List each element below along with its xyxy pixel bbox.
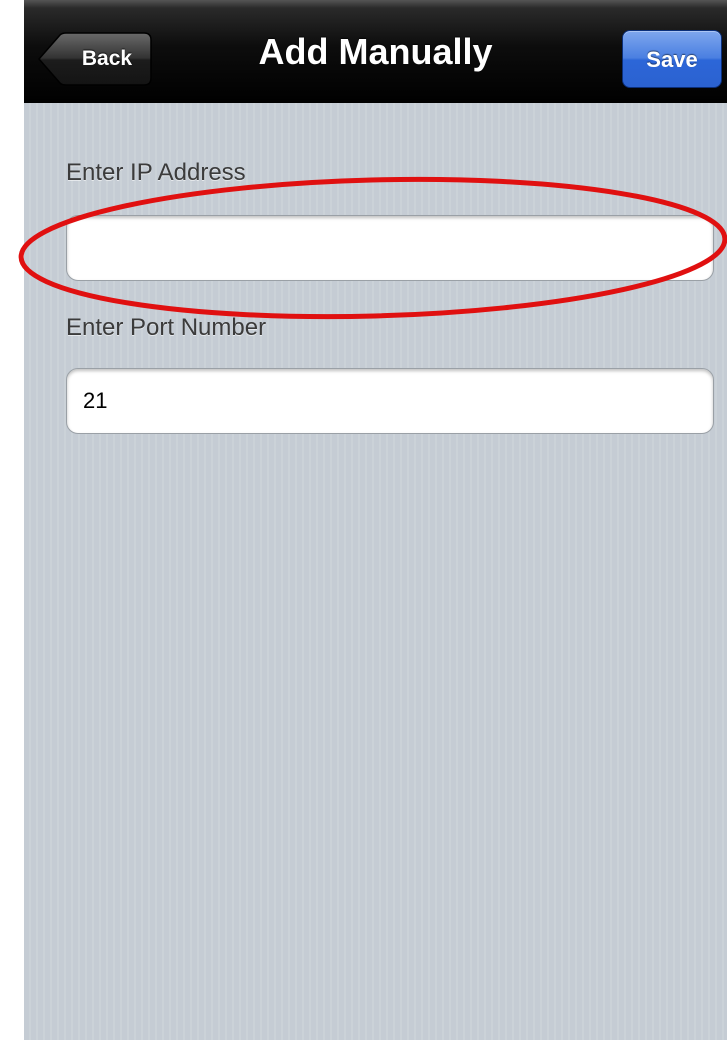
ip-address-input[interactable] — [66, 215, 714, 281]
ip-address-label: Enter IP Address — [66, 159, 246, 186]
back-button-label: Back — [81, 47, 133, 70]
navigation-bar: Back Add Manually Save — [24, 0, 727, 103]
save-button[interactable]: Save — [622, 30, 722, 88]
add-manually-screen: Back Add Manually Save Enter IP Address … — [24, 0, 727, 1040]
back-button[interactable]: Back — [38, 32, 152, 86]
port-number-input[interactable] — [66, 368, 714, 434]
port-number-label: Enter Port Number — [66, 314, 267, 341]
